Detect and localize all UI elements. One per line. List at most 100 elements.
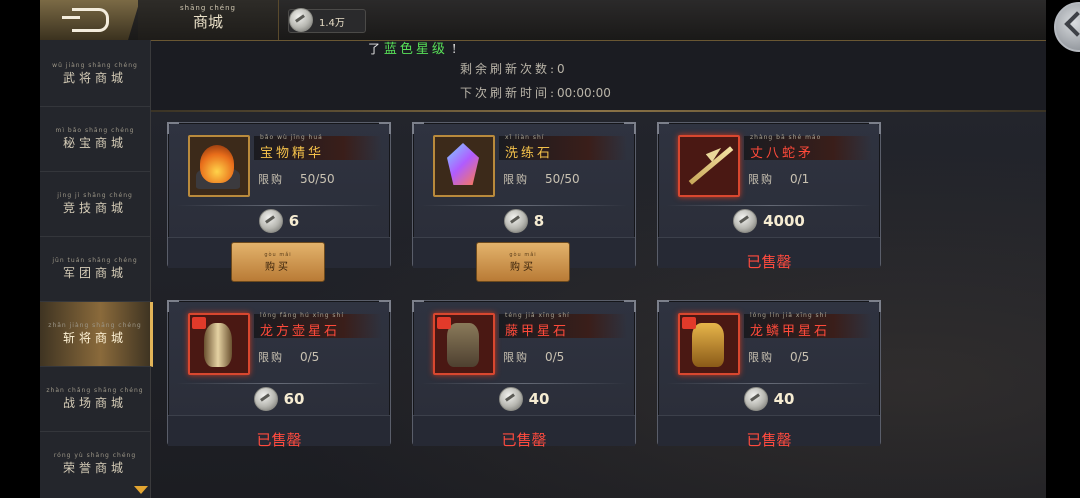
sidebar-item-pinyin: róng yù shāng chéng	[53, 452, 137, 459]
shop-item-card: lóng lín jiǎ xīng shí 龙鳞甲星石 限购 0/5 40 已售罄	[657, 300, 881, 449]
shop-sidebar: wǔ jiàng shāng chéng 武将商城 mì bǎo shāng c…	[40, 40, 153, 498]
refresh-next-label: 下次刷新时间:	[460, 86, 558, 100]
item-name-pinyin: lóng lín jiǎ xīng shí	[750, 312, 828, 319]
item-name-bar: zhàng bā shé máo 丈八蛇矛	[744, 134, 872, 161]
silver-coin-icon	[289, 8, 313, 32]
sidebar-item-general-shop[interactable]: wǔ jiàng shāng chéng 武将商城	[40, 42, 150, 107]
buy-button-label: 购买	[510, 261, 536, 273]
item-price: 4000	[658, 209, 880, 233]
refresh-next-time: 下次刷新时间:00:00:00	[460, 84, 611, 101]
card-divider	[176, 383, 382, 384]
item-name-bar: xǐ liàn shí 洗练石	[499, 134, 627, 161]
purchase-limit: 限购 50/50	[503, 171, 580, 187]
item-name-pinyin: téng jiǎ xīng shí	[505, 312, 570, 319]
shop-item-card: lóng fāng hú xīng shí 龙方壶星石 限购 0/5 60 已售罄	[167, 300, 391, 449]
item-name-bar: téng jiǎ xīng shí 藤甲星石	[499, 312, 627, 339]
fragment-icon	[437, 317, 451, 329]
sidebar-item-battlefield-shop[interactable]: zhàn chǎng shāng chéng 战场商城	[40, 367, 150, 432]
notice-highlight: 蓝色星级	[383, 42, 448, 57]
sold-out-label: 已售罄	[256, 431, 302, 449]
item-name: 龙方壶星石	[260, 324, 341, 339]
item-price: 8	[413, 209, 635, 233]
sidebar-item-treasure-shop[interactable]: mì bǎo shāng chéng 秘宝商城	[40, 107, 150, 172]
item-icon[interactable]	[188, 313, 250, 375]
spear-icon	[688, 146, 734, 185]
item-name: 洗练石	[505, 146, 554, 161]
fragment-icon	[192, 317, 206, 329]
shop-item-card: zhàng bā shé máo 丈八蛇矛 限购 0/1 4000 已售罄	[657, 122, 881, 271]
price-value: 40	[528, 390, 550, 408]
card-divider	[421, 383, 627, 384]
silver-coin-icon	[743, 387, 768, 411]
item-icon[interactable]	[433, 135, 495, 197]
item-icon[interactable]	[188, 135, 250, 197]
item-price: 6	[168, 209, 390, 233]
purchase-limit: 限购 0/5	[258, 349, 319, 365]
item-price: 60	[168, 387, 390, 411]
refresh-remaining-label: 剩余刷新次数:	[460, 62, 558, 76]
silver-coin-icon	[498, 387, 523, 411]
sidebar-item-pinyin: mì bǎo shāng chéng	[55, 127, 135, 134]
silver-coin-icon	[733, 209, 758, 233]
scroll-down-icon[interactable]	[134, 486, 148, 494]
back-arrow-icon	[61, 8, 109, 32]
sidebar-item-pinyin: zhǎn jiàng shāng chéng	[48, 322, 142, 329]
sidebar-item-arena-shop[interactable]: jìng jì shāng chéng 竞技商城	[40, 172, 150, 237]
sidebar-item-label: 军团商城	[62, 266, 127, 280]
item-price: 40	[413, 387, 635, 411]
item-icon[interactable]	[678, 313, 740, 375]
silver-coin-icon	[253, 387, 278, 411]
screen-edge-right	[1046, 0, 1080, 498]
limit-value: 0/1	[790, 172, 810, 186]
item-icon[interactable]	[433, 313, 495, 375]
price-value: 6	[288, 212, 300, 230]
sold-out-label: 已售罄	[501, 431, 547, 449]
limit-label: 限购	[503, 173, 529, 186]
price-value: 8	[533, 212, 545, 230]
purchase-limit: 限购 0/1	[748, 171, 809, 187]
limit-value: 50/50	[300, 172, 335, 186]
buy-button[interactable]: gòu mǎi 购买	[231, 242, 325, 282]
item-name-bar: lóng lín jiǎ xīng shí 龙鳞甲星石	[744, 312, 872, 339]
limit-label: 限购	[258, 173, 284, 186]
card-divider	[421, 205, 627, 206]
buy-button[interactable]: gòu mǎi 购买	[476, 242, 570, 282]
sidebar-item-pinyin: jìng jì shāng chéng	[57, 192, 133, 199]
price-value: 4000	[763, 212, 805, 230]
item-name: 藤甲星石	[505, 324, 570, 339]
card-divider	[666, 383, 872, 384]
screen-edge-left	[0, 0, 40, 498]
limit-label: 限购	[748, 173, 774, 186]
sidebar-item-label: 荣誉商城	[62, 461, 127, 475]
fragment-icon	[682, 317, 696, 329]
notice-suffix: !	[451, 42, 457, 56]
card-divider	[176, 205, 382, 206]
purchase-limit: 限购 50/50	[258, 171, 335, 187]
back-button[interactable]	[40, 0, 140, 40]
item-icon[interactable]	[678, 135, 740, 197]
limit-value: 0/5	[300, 350, 320, 364]
limit-value: 0/5	[790, 350, 810, 364]
item-name: 丈八蛇矛	[750, 146, 815, 161]
sidebar-item-legion-shop[interactable]: jūn tuán shāng chéng 军团商城	[40, 237, 150, 302]
vase-icon	[204, 323, 232, 367]
sidebar-item-label: 斩将商城	[62, 331, 127, 345]
limit-value: 50/50	[545, 172, 580, 186]
sidebar-item-label: 竞技商城	[62, 201, 127, 215]
item-name-pinyin: bǎo wù jīng huá	[260, 134, 323, 141]
currency-amount: 1.4万	[319, 18, 345, 29]
item-name-pinyin: lóng fāng hú xīng shí	[260, 312, 345, 319]
sidebar-item-label: 武将商城	[62, 71, 127, 85]
header-divider	[150, 110, 1046, 112]
purchase-limit: 限购 0/5	[748, 349, 809, 365]
sidebar-item-pinyin: zhàn chǎng shāng chéng	[46, 387, 144, 394]
card-divider	[666, 205, 872, 206]
silver-coin-icon	[503, 209, 528, 233]
purchase-limit: 限购 0/5	[503, 349, 564, 365]
item-price: 40	[658, 387, 880, 411]
page-title-tab: shāng chéng 商城	[138, 0, 279, 40]
sidebar-item-label: 秘宝商城	[62, 136, 127, 150]
sidebar-item-slay-shop[interactable]: zhǎn jiàng shāng chéng 斩将商城	[40, 302, 153, 367]
sidebar-item-pinyin: jūn tuán shāng chéng	[52, 257, 138, 264]
sold-out-label: 已售罄	[746, 253, 792, 271]
